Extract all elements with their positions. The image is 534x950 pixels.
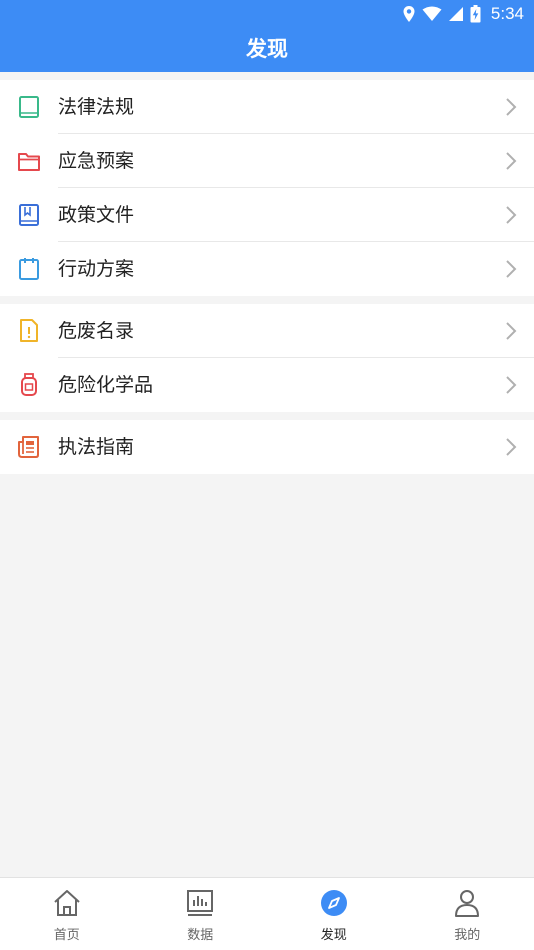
list-item-action-plans[interactable]: 行动方案 <box>0 242 534 296</box>
list-group-enforcement: 执法指南 <box>0 420 534 474</box>
newspaper-icon <box>18 436 39 458</box>
user-icon <box>455 890 480 917</box>
bottom-tab-bar: 首页 数据 发现 我的 <box>0 877 534 950</box>
hazard-file-icon <box>20 319 38 342</box>
tab-data[interactable]: 数据 <box>134 878 268 950</box>
clipboard-icon <box>19 258 39 280</box>
list-item-label: 危险化学品 <box>58 374 154 396</box>
list-item-laws[interactable]: 法律法规 <box>0 80 534 134</box>
bar-chart-icon <box>187 890 214 916</box>
bookmark-document-icon <box>19 204 39 226</box>
compass-icon <box>320 890 347 916</box>
tab-label: 发现 <box>320 928 347 943</box>
list-item-label: 法律法规 <box>58 96 135 118</box>
wifi-icon <box>422 6 442 21</box>
list-item-label: 危废名录 <box>58 320 135 342</box>
chevron-right-icon <box>506 206 517 224</box>
list-group-regulations: 法律法规 应急预案 政策文件 行动方案 <box>0 80 534 296</box>
list-item-label: 行动方案 <box>58 258 135 280</box>
tab-label: 首页 <box>53 928 80 943</box>
list-item-label: 政策文件 <box>58 204 135 226</box>
list-item-enforcement-guide[interactable]: 执法指南 <box>0 420 534 474</box>
signal-icon <box>448 7 463 21</box>
page-title: 发现 <box>246 37 288 61</box>
list-item-policy-documents[interactable]: 政策文件 <box>0 188 534 242</box>
chevron-right-icon <box>506 98 517 116</box>
status-time: 5:34 <box>490 4 524 23</box>
list-item-hazardous-waste-list[interactable]: 危废名录 <box>0 304 534 358</box>
battery-charging-icon <box>470 5 481 23</box>
tab-label: 数据 <box>187 928 214 943</box>
home-icon <box>54 890 80 916</box>
status-icons: 5:34 <box>402 3 524 25</box>
discover-list: 法律法规 应急预案 政策文件 行动方案 危废名录 危险化学品 执法指南 <box>0 80 534 482</box>
book-icon <box>19 96 39 118</box>
tab-label: 我的 <box>454 928 481 943</box>
chevron-right-icon <box>506 376 517 394</box>
status-bar: 5:34 <box>0 0 534 28</box>
chemical-bottle-icon <box>21 373 37 396</box>
list-item-label: 执法指南 <box>58 436 135 458</box>
folder-icon <box>18 153 40 171</box>
chevron-right-icon <box>506 322 517 340</box>
tab-discover[interactable]: 发现 <box>267 878 401 950</box>
tab-mine[interactable]: 我的 <box>401 878 534 950</box>
list-item-emergency-plans[interactable]: 应急预案 <box>0 134 534 188</box>
chevron-right-icon <box>506 260 517 278</box>
tab-home[interactable]: 首页 <box>0 878 134 950</box>
chevron-right-icon <box>506 438 517 456</box>
chevron-right-icon <box>506 152 517 170</box>
list-item-label: 应急预案 <box>58 150 135 172</box>
location-icon <box>403 6 415 22</box>
list-group-hazards: 危废名录 危险化学品 <box>0 304 534 412</box>
app-header: 5:34 发现 <box>0 0 534 72</box>
list-item-hazardous-chemicals[interactable]: 危险化学品 <box>0 358 534 412</box>
